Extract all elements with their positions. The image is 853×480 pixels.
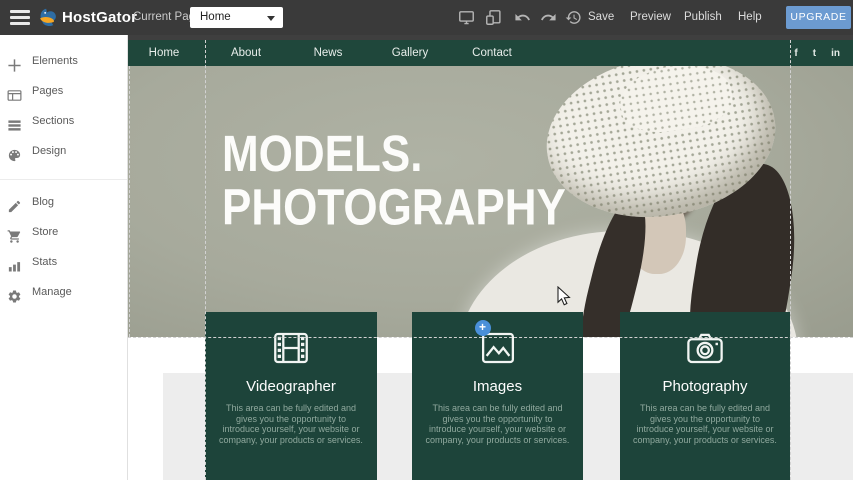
nav-item-gallery[interactable]: Gallery <box>380 47 440 59</box>
facebook-icon[interactable]: f <box>794 48 797 59</box>
editor-sidebar: Elements Pages Sections Design <box>0 35 128 480</box>
card-body: This area can be fully edited and gives … <box>218 403 364 445</box>
card-body: This area can be fully edited and gives … <box>425 403 570 445</box>
sidebar-item-elements[interactable]: Elements <box>0 46 127 76</box>
sidebar-item-pages[interactable]: Pages <box>0 76 127 106</box>
image-plus-icon: + <box>477 327 519 369</box>
palette-icon <box>7 144 22 159</box>
hero-section[interactable]: MODELS. PHOTOGRAPHY <box>128 66 853 337</box>
save-button[interactable]: Save <box>588 0 614 35</box>
sidebar-item-blog[interactable]: Blog <box>0 187 127 217</box>
sidebar-item-manage[interactable]: Manage <box>0 277 127 307</box>
nav-item-home[interactable]: Home <box>134 47 194 59</box>
gator-icon <box>36 6 58 28</box>
history-icon[interactable] <box>565 9 582 26</box>
sidebar-item-store[interactable]: Store <box>0 217 127 247</box>
undo-icon[interactable] <box>514 9 531 26</box>
page-select-dropdown[interactable]: Home <box>190 7 283 28</box>
redo-icon[interactable] <box>540 9 557 26</box>
social-links: f t in <box>794 40 853 66</box>
add-image-badge-icon: + <box>475 320 491 336</box>
sidebar-item-sections[interactable]: Sections <box>0 106 127 136</box>
pages-icon <box>7 84 22 99</box>
page-select-value: Home <box>200 11 231 23</box>
gear-icon <box>7 285 22 300</box>
mobile-preview-icon[interactable] <box>485 9 502 26</box>
sidebar-item-design[interactable]: Design <box>0 136 127 166</box>
bar-chart-icon <box>7 255 22 270</box>
nav-item-contact[interactable]: Contact <box>462 47 522 59</box>
hostgator-logo: HostGator <box>36 6 137 28</box>
chevron-down-icon <box>267 16 275 21</box>
editor-topbar: HostGator Current Page: Home <box>0 0 853 35</box>
help-button[interactable]: Help <box>738 0 762 35</box>
feature-card-photography[interactable]: Photography This area can be fully edite… <box>620 312 790 480</box>
upgrade-button[interactable]: UPGRADE <box>786 6 851 29</box>
pencil-icon <box>7 195 22 210</box>
card-title: Videographer <box>205 378 377 395</box>
editor-canvas: Home About News Gallery Contact f t in <box>128 35 853 480</box>
film-icon <box>270 327 312 369</box>
logo-text: HostGator <box>62 9 137 26</box>
hero-title-line2: PHOTOGRAPHY <box>222 181 566 234</box>
nav-item-news[interactable]: News <box>298 47 358 59</box>
card-title: Photography <box>620 378 790 395</box>
card-body: This area can be fully edited and gives … <box>633 403 777 445</box>
sidebar-item-stats[interactable]: Stats <box>0 247 127 277</box>
card-title: Images <box>412 378 583 395</box>
nav-item-about[interactable]: About <box>216 47 276 59</box>
hero-title[interactable]: MODELS. PHOTOGRAPHY <box>222 128 566 235</box>
app-window: HostGator Current Page: Home <box>0 0 853 480</box>
camera-icon <box>684 327 726 369</box>
cart-icon <box>7 225 22 240</box>
feature-card-images[interactable]: + Images This area can be fully edited a… <box>412 312 583 480</box>
site-preview: Home About News Gallery Contact f t in <box>128 40 853 480</box>
plus-icon <box>7 54 22 69</box>
publish-button[interactable]: Publish <box>684 0 722 35</box>
twitter-icon[interactable]: t <box>813 48 816 59</box>
sidebar-divider <box>0 179 127 180</box>
site-navbar: Home About News Gallery Contact f t in <box>128 40 853 66</box>
hero-title-line1: MODELS. <box>222 128 566 181</box>
desktop-preview-icon[interactable] <box>458 9 475 26</box>
preview-button[interactable]: Preview <box>630 0 671 35</box>
hamburger-menu-icon[interactable] <box>10 10 30 25</box>
linkedin-icon[interactable]: in <box>831 48 840 59</box>
sections-icon <box>7 114 22 129</box>
feature-card-videographer[interactable]: Videographer This area can be fully edit… <box>205 312 377 480</box>
